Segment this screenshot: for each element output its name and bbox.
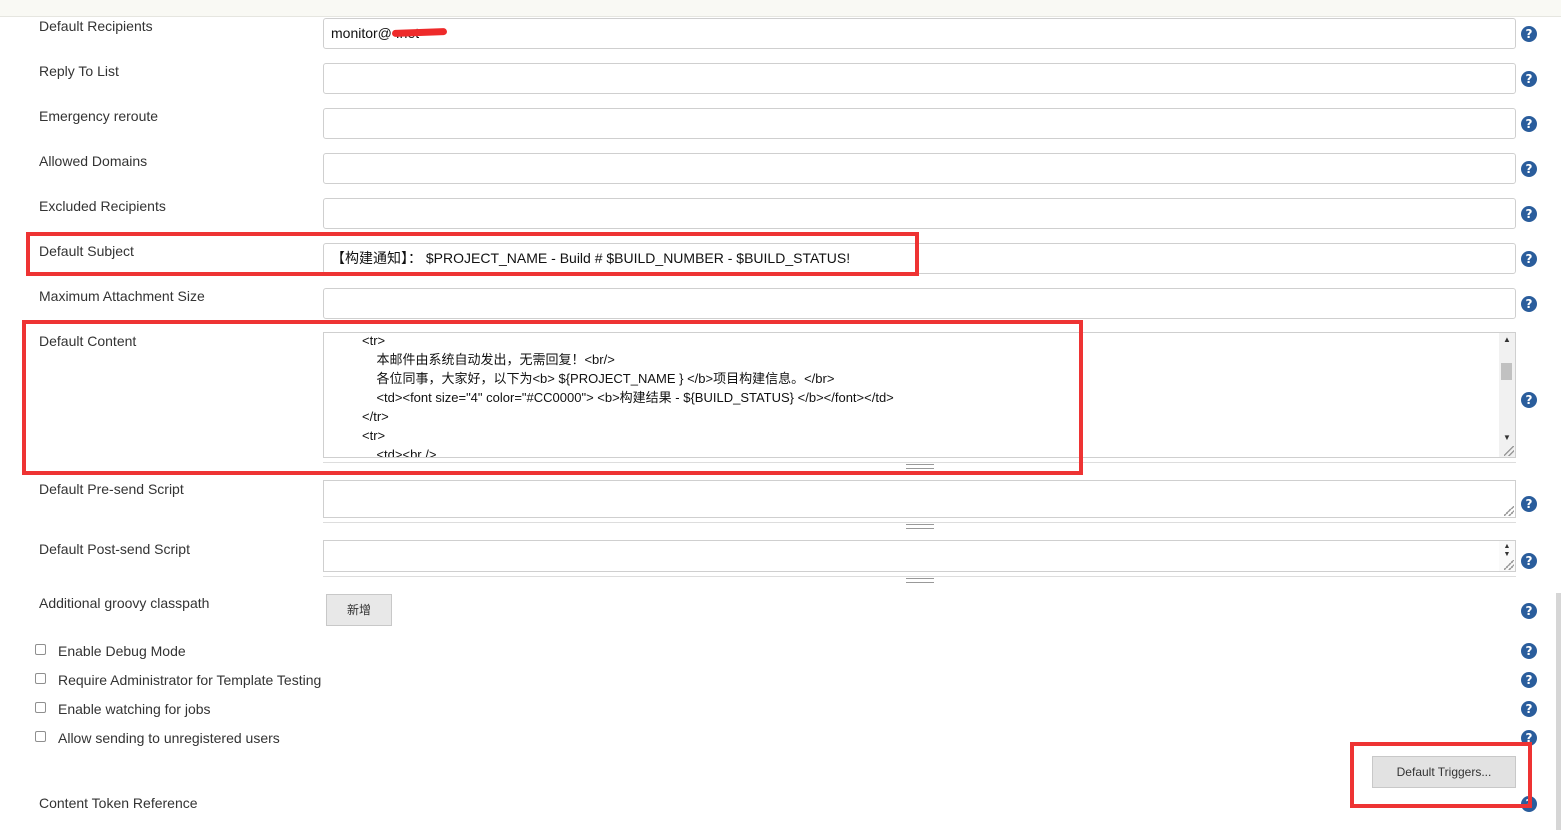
scroll-down-icon[interactable]: ▼ — [1499, 431, 1515, 445]
enable-debug-mode-label: Enable Debug Mode — [58, 643, 186, 659]
emergency-reroute-input[interactable] — [323, 108, 1516, 139]
default-content-label: Default Content — [39, 333, 137, 349]
add-classpath-button[interactable]: 新增 — [326, 594, 392, 626]
textarea-scrollbar[interactable]: ▲ ▼ — [1499, 333, 1515, 457]
help-icon[interactable]: ? — [1521, 553, 1537, 569]
excluded-recipients-input[interactable] — [323, 198, 1516, 229]
excluded-recipients-label: Excluded Recipients — [39, 198, 166, 214]
scroll-down-icon[interactable]: ▼ — [1499, 550, 1515, 559]
allowed-domains-input[interactable] — [323, 153, 1516, 184]
help-icon[interactable]: ? — [1521, 206, 1537, 222]
enable-watching-jobs-checkbox[interactable] — [35, 702, 46, 713]
resize-grip[interactable] — [323, 462, 1516, 469]
help-icon[interactable]: ? — [1521, 116, 1537, 132]
require-admin-template-testing-checkbox[interactable] — [35, 673, 46, 684]
default-subject-label: Default Subject — [39, 243, 134, 259]
reply-to-list-input[interactable] — [323, 63, 1516, 94]
enable-debug-mode-checkbox[interactable] — [35, 644, 46, 655]
help-icon[interactable]: ? — [1521, 496, 1537, 512]
pre-send-script-label: Default Pre-send Script — [39, 481, 184, 497]
post-send-script-label: Default Post-send Script — [39, 541, 190, 557]
post-send-script-textarea[interactable]: ▲ ▼ — [323, 540, 1516, 572]
pre-send-script-textarea[interactable] — [323, 480, 1516, 518]
emergency-reroute-label: Emergency reroute — [39, 108, 159, 124]
help-icon[interactable]: ? — [1521, 643, 1537, 659]
help-icon[interactable]: ? — [1521, 161, 1537, 177]
default-subject-input[interactable]: 【构建通知】： $PROJECT_NAME - Build # $BUILD_N… — [323, 243, 1516, 274]
resize-grip[interactable] — [323, 522, 1516, 529]
groovy-classpath-label: Additional groovy classpath — [39, 595, 210, 611]
help-icon[interactable]: ? — [1521, 730, 1537, 746]
help-icon[interactable]: ? — [1521, 796, 1537, 812]
help-icon[interactable]: ? — [1521, 603, 1537, 619]
reply-to-list-label: Reply To List — [39, 63, 119, 79]
allowed-domains-label: Allowed Domains — [39, 153, 148, 169]
resize-handle-icon[interactable] — [1504, 506, 1514, 516]
help-icon[interactable]: ? — [1521, 251, 1537, 267]
default-triggers-button[interactable]: Default Triggers... — [1372, 756, 1516, 788]
default-recipients-label: Default Recipients — [39, 18, 153, 34]
default-content-textarea[interactable]: <tr> 本邮件由系统自动发出，无需回复！<br/> 各位同事，大家好，以下为<… — [323, 332, 1516, 458]
default-content-text: <tr> 本邮件由系统自动发出，无需回复！<br/> 各位同事，大家好，以下为<… — [362, 333, 894, 458]
resize-handle-icon[interactable] — [1504, 446, 1514, 456]
allow-unregistered-users-checkbox[interactable] — [35, 731, 46, 742]
scrollbar-thumb[interactable] — [1501, 363, 1512, 380]
max-attachment-size-input[interactable] — [323, 288, 1516, 319]
page-scrollbar[interactable] — [1556, 593, 1561, 830]
resize-handle-icon[interactable] — [1504, 560, 1514, 570]
enable-watching-jobs-label: Enable watching for jobs — [58, 701, 211, 717]
default-recipients-input[interactable]: monitor@ .net — [323, 18, 1516, 49]
top-band — [0, 0, 1561, 17]
help-icon[interactable]: ? — [1521, 701, 1537, 717]
help-icon[interactable]: ? — [1521, 71, 1537, 87]
scroll-up-icon[interactable]: ▲ — [1499, 333, 1515, 347]
require-admin-template-testing-label: Require Administrator for Template Testi… — [58, 672, 322, 688]
help-icon[interactable]: ? — [1521, 672, 1537, 688]
max-attachment-size-label: Maximum Attachment Size — [39, 288, 205, 304]
help-icon[interactable]: ? — [1521, 392, 1537, 408]
help-icon[interactable]: ? — [1521, 296, 1537, 312]
resize-grip[interactable] — [323, 576, 1516, 583]
help-icon[interactable]: ? — [1521, 26, 1537, 42]
content-token-reference-label: Content Token Reference — [39, 795, 198, 811]
allow-unregistered-users-label: Allow sending to unregistered users — [58, 730, 280, 746]
